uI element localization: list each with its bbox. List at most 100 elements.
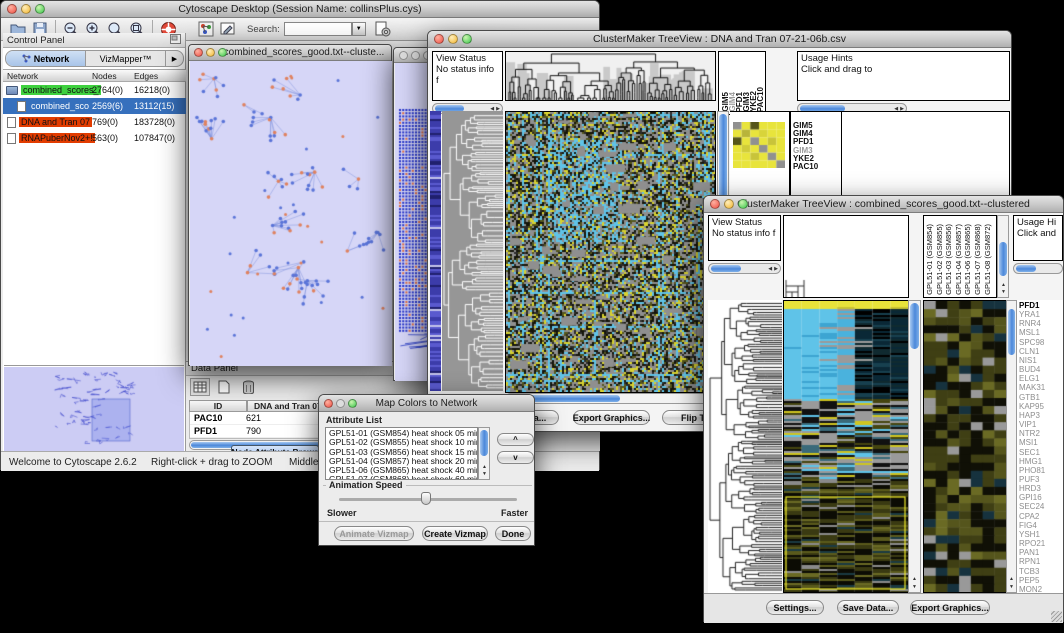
scroll-up-arrow[interactable]: ▲ (482, 464, 487, 470)
tv1-column-dendrogram-canvas[interactable] (506, 52, 715, 100)
tv2-gene-scroll-thumb[interactable] (1008, 309, 1015, 355)
done-button[interactable]: Done (495, 526, 531, 541)
minimize-button[interactable] (336, 399, 345, 408)
tv2-view-status-panel: View Status No status info f (708, 215, 781, 261)
tv1-hscrollbar[interactable] (505, 393, 716, 404)
annotation-icon[interactable] (217, 20, 239, 38)
tv1-global-overview-strip[interactable] (430, 111, 441, 391)
tv2-vscroll-thumb[interactable] (910, 303, 919, 349)
tv2-usage-hints-title: Usage Hi (1017, 217, 1059, 228)
close-button[interactable] (710, 199, 720, 209)
tab-vizmapper[interactable]: VizMapper™ (86, 51, 165, 66)
scroll-up-arrow[interactable]: ▲ (912, 576, 917, 582)
tv1-heatmap-canvas[interactable] (505, 111, 716, 393)
zoom-button[interactable] (218, 48, 227, 57)
close-button[interactable] (194, 48, 203, 57)
tab-overflow-button[interactable]: ▶ (165, 51, 183, 66)
control-panel-tabs: Network VizMapper™ ▶ (5, 50, 184, 67)
network-canvas[interactable] (190, 61, 392, 366)
main-titlebar[interactable]: Cytoscape Desktop (Session Name: collins… (1, 1, 599, 18)
tv2-status-scroll-thumb[interactable] (711, 265, 741, 272)
table-mode-icon[interactable] (190, 378, 210, 396)
tv2-collabel-scrollbar[interactable]: ▲ ▼ (997, 215, 1009, 298)
treeview1-titlebar[interactable]: ClusterMaker TreeView : DNA and Tran 07-… (428, 31, 1011, 48)
attr-list-scrollbar[interactable]: ▲ ▼ (478, 427, 490, 480)
minimize-button[interactable] (206, 48, 215, 57)
tv2-hints-scroll-thumb[interactable] (1016, 265, 1036, 272)
scroll-left-arrow[interactable]: ◀ (768, 266, 772, 272)
tv2-row-dendrogram-canvas[interactable] (708, 300, 782, 593)
minimize-button[interactable] (724, 199, 734, 209)
network-window-titlebar[interactable]: combined_scores_good.txt--cluste... (189, 45, 391, 61)
zoom-button[interactable] (35, 4, 45, 14)
tv1-column-dendrogram[interactable] (505, 51, 716, 101)
tv2-vscrollbar[interactable]: ▲ ▼ (908, 300, 921, 593)
scroll-up-arrow[interactable]: ▲ (1009, 576, 1014, 582)
tv1-row-dendrogram-canvas[interactable] (442, 111, 503, 391)
tv2-column-label: GPL51-07 (GSM868) (974, 224, 982, 295)
tv1-export-graphics-button[interactable]: Export Graphics... (573, 410, 650, 425)
vizmap-icon[interactable] (195, 20, 217, 38)
zoom-button[interactable] (348, 399, 357, 408)
tv2-column-dendrogram[interactable] (783, 215, 909, 298)
birdseye-canvas[interactable] (4, 367, 184, 452)
zoom-button[interactable] (462, 34, 472, 44)
network-row[interactable]: combined_sco2569(6)13112(15) (3, 98, 186, 114)
tv2-gene-label: RNR4 (1019, 319, 1063, 328)
speed-slider-thumb[interactable] (421, 492, 431, 505)
tv2-settings-button[interactable]: Settings... (766, 600, 824, 615)
attribute-list[interactable]: GPL51-01 (GSM854) heat shock 05 minGPL51… (325, 427, 478, 480)
scroll-down-arrow[interactable]: ▼ (1009, 584, 1014, 590)
search-input[interactable] (284, 22, 352, 36)
tv2-heatmap-canvas[interactable] (783, 300, 909, 593)
tv2-gene-scrollbar[interactable]: ▲ ▼ (1006, 300, 1017, 593)
scroll-down-arrow[interactable]: ▼ (1001, 289, 1006, 295)
tv2-zoom-heatmap-canvas[interactable] (923, 300, 1007, 593)
col-nodes: Nodes (92, 71, 117, 81)
treeview2-titlebar[interactable]: ClusterMaker TreeView : combined_scores_… (704, 196, 1063, 213)
control-panel-title: Control Panel (7, 35, 65, 46)
zoom-button[interactable] (738, 199, 748, 209)
move-down-button[interactable]: v (497, 451, 534, 464)
float-panel-icon[interactable] (170, 31, 181, 49)
close-button[interactable] (324, 399, 333, 408)
close-button[interactable] (434, 34, 444, 44)
network-name: RNAPuberNov2+! (19, 133, 95, 143)
document-icon (7, 133, 16, 144)
birdseye-view[interactable] (4, 365, 184, 451)
tv2-column-dendrogram-canvas[interactable] (784, 216, 908, 297)
tv2-row-dendrogram[interactable] (708, 300, 782, 593)
tv2-export-graphics-button[interactable]: Export Graphics... (910, 600, 990, 615)
tv2-gene-label: PUF3 (1019, 475, 1063, 484)
new-attribute-icon[interactable] (214, 378, 234, 396)
plugin-manager-icon[interactable] (372, 20, 394, 38)
scroll-down-arrow[interactable]: ▼ (482, 471, 487, 477)
search-combo-button[interactable]: ▼ (352, 22, 366, 36)
network-row[interactable]: DNA and Tran 07769(0)183728(0) (3, 114, 186, 130)
tv2-collabel-scroll-thumb[interactable] (999, 242, 1007, 276)
network-row[interactable]: combined_scores_2764(0)16218(0) (3, 82, 186, 98)
tv2-status-scrollbar[interactable]: ◀▶ (708, 263, 781, 274)
scroll-right-arrow[interactable]: ▶ (774, 266, 778, 272)
network-row[interactable]: RNAPuberNov2+!563(0)107847(0) (3, 130, 186, 146)
close-button[interactable] (7, 4, 17, 14)
minimize-button[interactable] (448, 34, 458, 44)
slower-label: Slower (327, 508, 357, 518)
scroll-down-arrow[interactable]: ▼ (912, 584, 917, 590)
map-dialog-titlebar[interactable]: Map Colors to Network (319, 395, 534, 412)
minimize-button[interactable] (411, 51, 420, 60)
resize-grip[interactable] (1051, 611, 1062, 622)
data-col-id[interactable]: ID (189, 400, 247, 412)
tv2-gene-label: HMG1 (1019, 457, 1063, 466)
tv2-save-data-button[interactable]: Save Data... (837, 600, 899, 615)
minimize-button[interactable] (21, 4, 31, 14)
close-button[interactable] (399, 51, 408, 60)
delete-attribute-icon[interactable] (238, 378, 258, 396)
tv2-hints-scrollbar[interactable] (1013, 263, 1063, 274)
tab-network[interactable]: Network (6, 51, 86, 66)
scroll-up-arrow[interactable]: ▲ (1001, 282, 1006, 288)
move-up-button[interactable]: ^ (497, 433, 534, 446)
attr-scroll-thumb[interactable] (480, 430, 488, 456)
tv1-mini-heatmap-canvas[interactable] (733, 122, 785, 168)
create-vizmap-button[interactable]: Create Vizmap (422, 526, 488, 541)
